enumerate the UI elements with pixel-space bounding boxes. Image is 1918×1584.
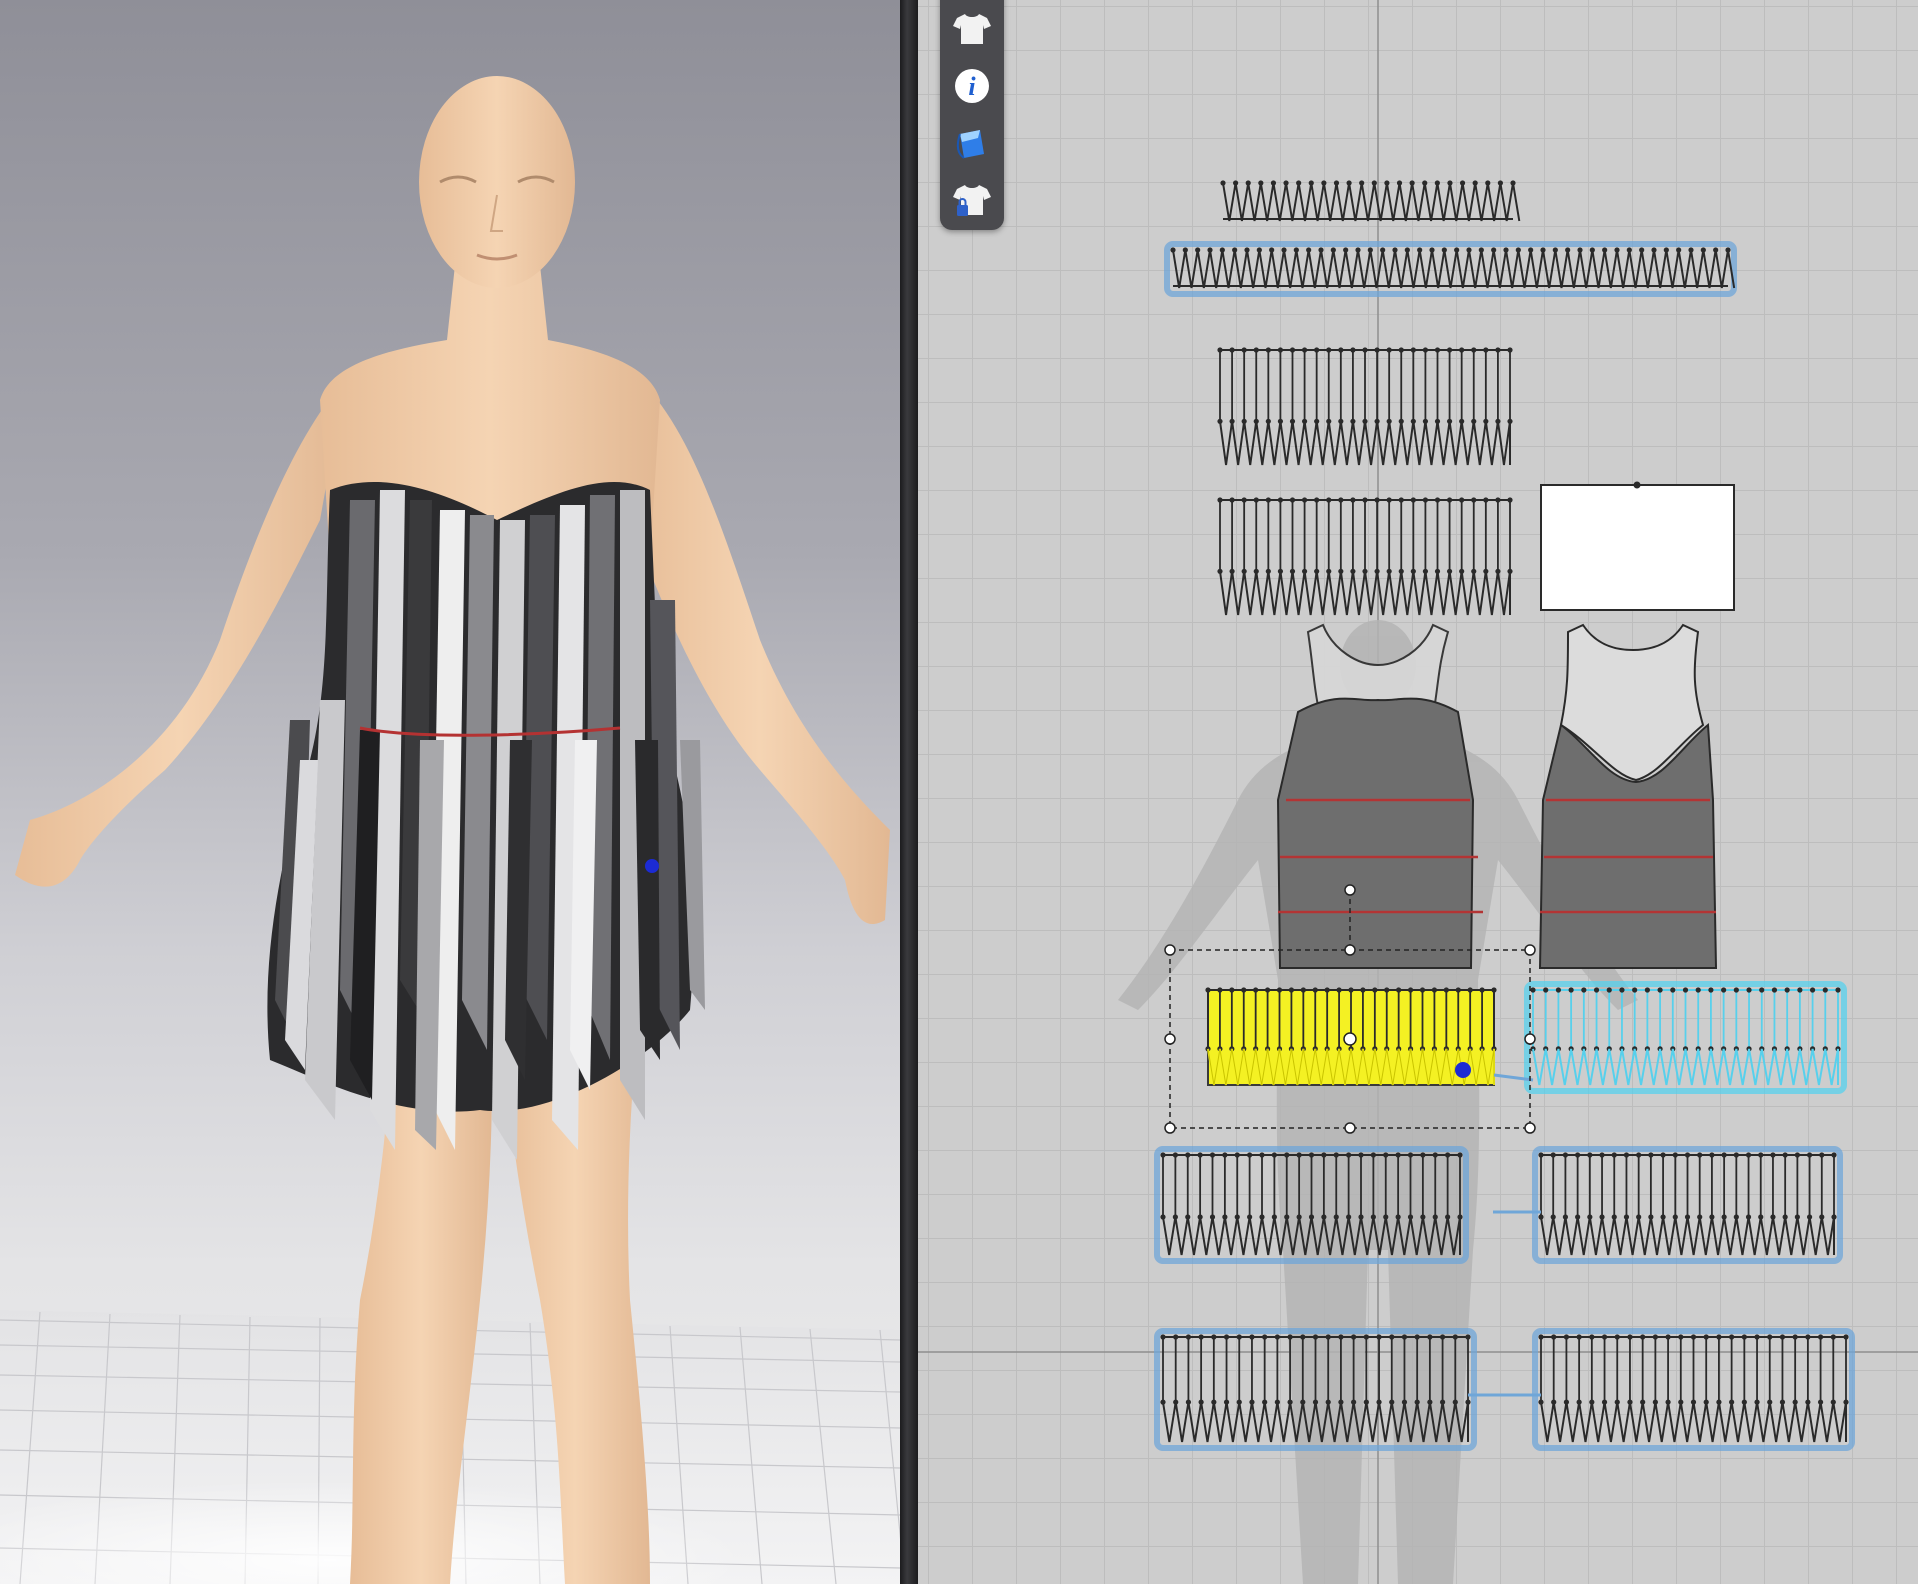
transform-handle[interactable] [1344, 884, 1356, 896]
transform-handle[interactable] [1524, 1122, 1536, 1134]
transform-handle[interactable] [1164, 1033, 1176, 1045]
transform-center-handle[interactable] [1343, 1032, 1357, 1046]
3d-scene [0, 76, 900, 1584]
info-icon[interactable]: i [950, 64, 994, 108]
transform-handle[interactable] [1164, 944, 1176, 956]
pattern-blank-rect[interactable] [1540, 484, 1735, 611]
vertical-toolbar: i [940, 0, 1004, 230]
transform-handle[interactable] [1524, 944, 1536, 956]
fabric-icon[interactable] [950, 122, 994, 166]
pattern-fringe-strip-1[interactable] [1220, 180, 1521, 222]
2d-pattern-window[interactable]: i [918, 0, 1918, 1584]
pattern-canvas [918, 0, 1918, 1584]
pattern-fringe-strip-8[interactable] [1532, 1146, 1843, 1264]
panel-splitter[interactable] [900, 0, 918, 1584]
transform-handle[interactable] [1524, 1033, 1536, 1045]
transform-handle[interactable] [1344, 1122, 1356, 1134]
pattern-fringe-strip-4[interactable] [1217, 497, 1513, 616]
garment-icon[interactable] [950, 7, 994, 51]
pattern-bodice-front[interactable] [1276, 623, 1483, 969]
info-icon-label: i [968, 72, 976, 101]
cursor-point [1455, 1062, 1471, 1078]
pattern-fringe-strip-3[interactable] [1217, 347, 1513, 466]
3d-viewport[interactable] [0, 0, 900, 1584]
pattern-bodice-back[interactable] [1538, 623, 1718, 969]
garment-dress[interactable] [267, 481, 705, 1160]
pattern-fringe-strip-6[interactable] [1524, 981, 1847, 1094]
transform-handle[interactable] [1164, 1122, 1176, 1134]
pattern-fringe-strip-2[interactable] [1164, 241, 1737, 297]
locked-garment-icon[interactable] [950, 179, 994, 223]
transform-handle[interactable] [1344, 944, 1356, 956]
pattern-fringe-strip-10[interactable] [1532, 1328, 1855, 1451]
